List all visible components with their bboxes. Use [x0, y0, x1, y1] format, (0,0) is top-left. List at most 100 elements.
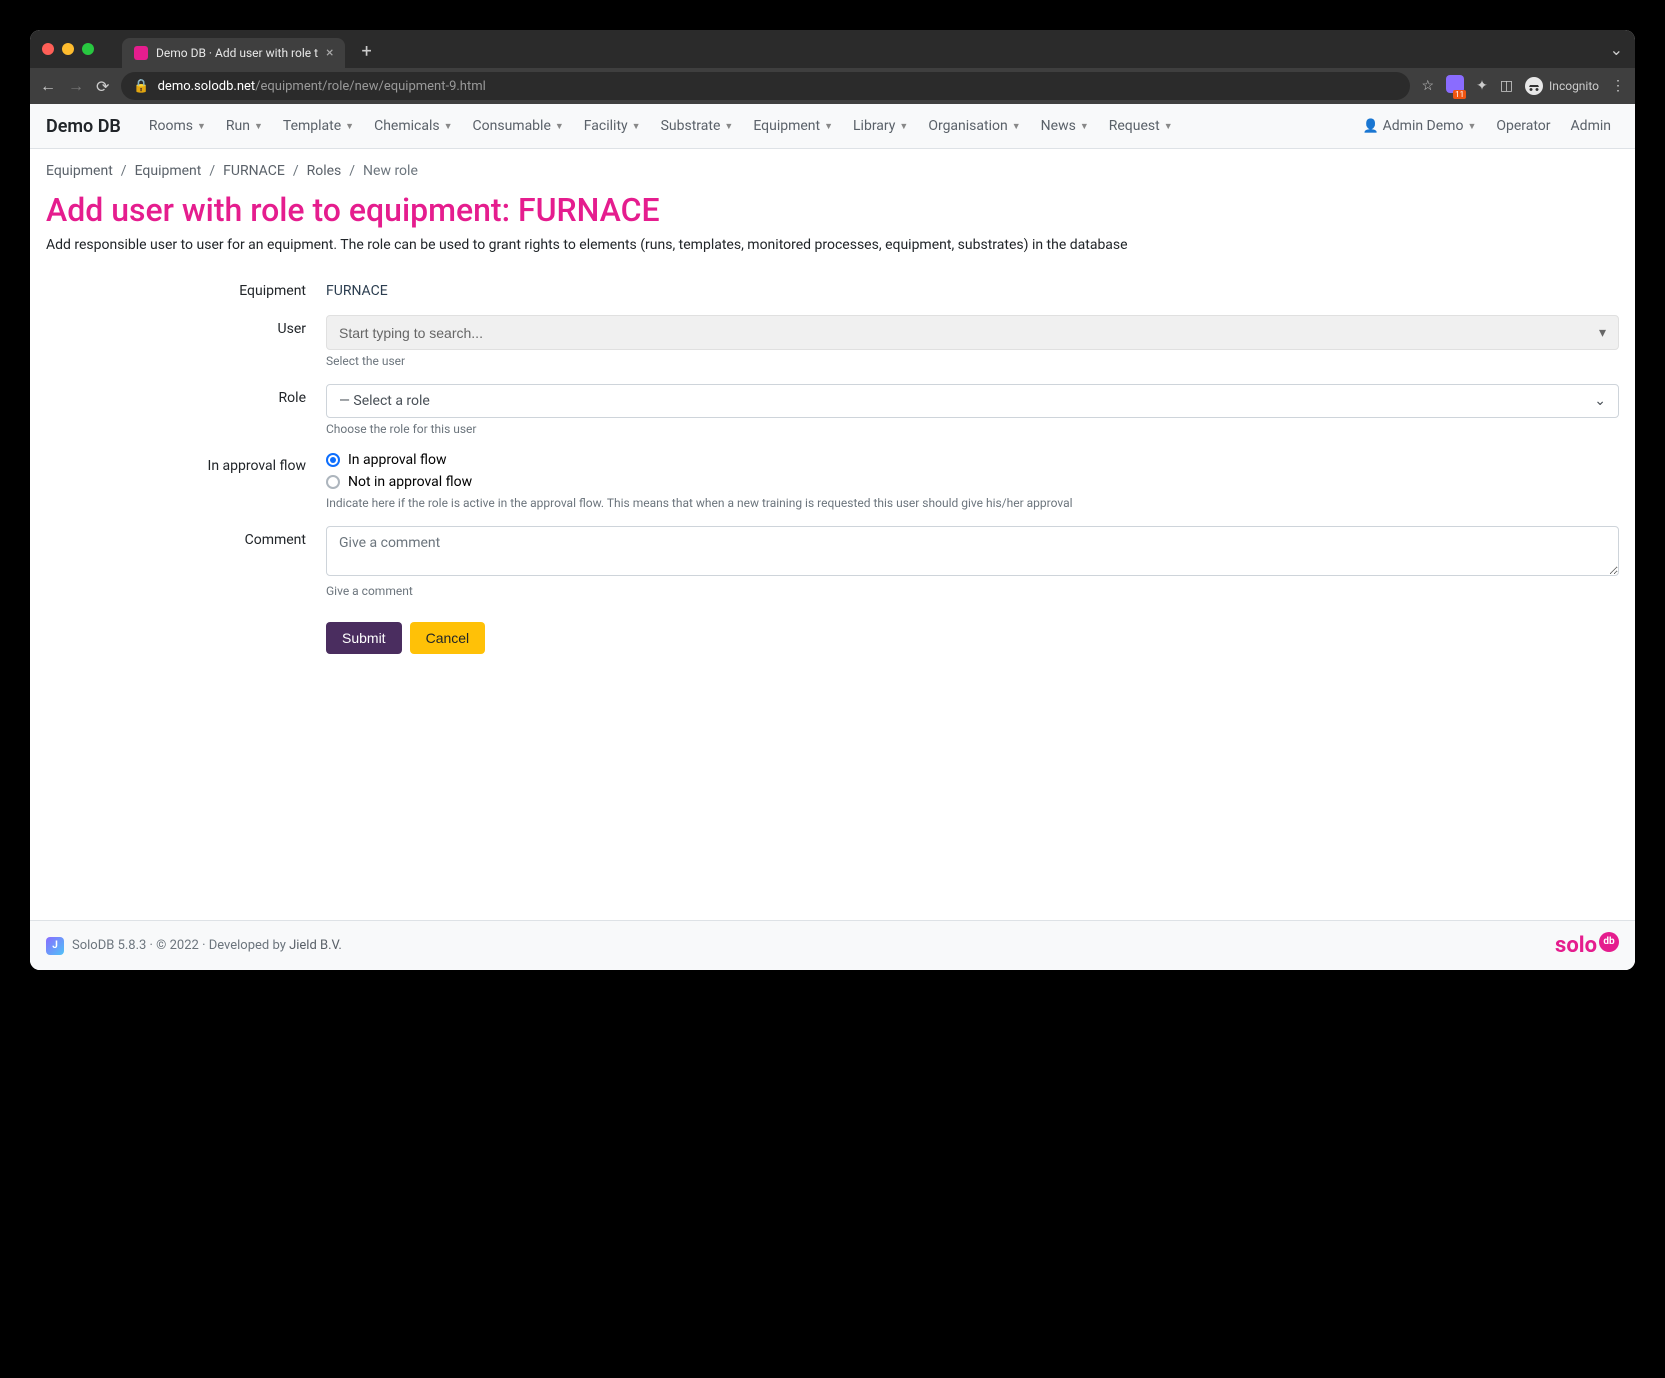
extension-badge-count: 11 [1453, 90, 1466, 99]
caret-icon: ▼ [1012, 121, 1021, 132]
tab-favicon-icon [134, 46, 148, 60]
new-tab-icon[interactable]: + [361, 41, 371, 62]
solo-logo-text: solo [1555, 933, 1597, 958]
forward-icon[interactable]: → [68, 76, 84, 96]
reload-icon[interactable]: ⟳ [96, 77, 109, 96]
tab-title: Demo DB · Add user with role t [156, 46, 318, 60]
incognito-icon [1525, 77, 1543, 95]
form-row-comment: Comment Give a comment [46, 526, 1619, 598]
approval-option1-label: In approval flow [348, 452, 446, 468]
form-row-user: User Start typing to search... ▾ Select … [46, 315, 1619, 368]
role-label: Role [46, 384, 326, 436]
traffic-lights [42, 43, 94, 55]
window-close-icon[interactable] [42, 43, 54, 55]
incognito-indicator[interactable]: Incognito [1525, 77, 1599, 95]
caret-icon: ▾ [1599, 324, 1606, 341]
extensions-icon[interactable]: ✦ [1476, 78, 1488, 94]
nav-link-operator[interactable]: Operator [1488, 112, 1558, 140]
radio-checked-icon [326, 453, 340, 467]
role-placeholder: — Select a role [339, 393, 430, 409]
user-dropdown[interactable]: Start typing to search... ▾ [326, 315, 1619, 350]
window-maximize-icon[interactable] [82, 43, 94, 55]
approval-radio-in[interactable]: In approval flow [326, 452, 1619, 468]
address-bar[interactable]: 🔒 demo.solodb.net/equipment/role/new/equ… [121, 72, 1409, 100]
user-label: User [46, 315, 326, 368]
chevron-down-icon: ⌄ [1594, 393, 1606, 409]
nav-link-admin[interactable]: Admin [1563, 112, 1619, 140]
footer-link[interactable]: Jield B.V. [289, 938, 342, 953]
page-title: Add user with role to equipment: FURNACE [30, 187, 1635, 237]
breadcrumb-item[interactable]: FURNACE [223, 163, 285, 179]
footer-right: solo db [1555, 933, 1619, 958]
navbar-brand[interactable]: Demo DB [46, 116, 121, 137]
nav-item-chemicals[interactable]: Chemicals▼ [366, 112, 460, 140]
form: Equipment FURNACE User Start typing to s… [30, 277, 1635, 670]
nav-right: 👤Admin Demo▼ Operator Admin [1354, 112, 1619, 140]
caret-icon: ▼ [1467, 121, 1476, 132]
solo-logo[interactable]: solo db [1555, 933, 1619, 958]
footer-logo-icon: J [46, 937, 64, 955]
nav-item-substrate[interactable]: Substrate▼ [653, 112, 742, 140]
cancel-button[interactable]: Cancel [410, 622, 486, 654]
solo-logo-badge: db [1599, 932, 1619, 952]
caret-icon: ▼ [197, 121, 206, 132]
breadcrumb-item[interactable]: Roles [307, 163, 342, 179]
user-icon: 👤 [1362, 119, 1378, 134]
browser-window: Demo DB · Add user with role t × + ⌄ ← →… [30, 30, 1635, 970]
breadcrumb-item[interactable]: Equipment [135, 163, 202, 179]
nav-item-run[interactable]: Run▼ [218, 112, 271, 140]
equipment-value[interactable]: FURNACE [326, 283, 388, 299]
form-row-role: Role — Select a role ⌄ Choose the role f… [46, 384, 1619, 436]
form-row-approval: In approval flow In approval flow Not in… [46, 452, 1619, 510]
panel-icon[interactable]: ◫ [1500, 78, 1513, 94]
approval-help: Indicate here if the role is active in t… [326, 496, 1619, 510]
nav-menu: Rooms▼ Run▼ Template▼ Chemicals▼ Consuma… [141, 112, 1181, 140]
approval-radio-not[interactable]: Not in approval flow [326, 474, 1619, 490]
app-content: Demo DB Rooms▼ Run▼ Template▼ Chemicals▼… [30, 104, 1635, 970]
nav-item-equipment[interactable]: Equipment▼ [745, 112, 841, 140]
approval-option2-label: Not in approval flow [348, 474, 472, 490]
nav-item-news[interactable]: News▼ [1033, 112, 1097, 140]
caret-icon: ▼ [899, 121, 908, 132]
menu-icon[interactable]: ⋮ [1611, 78, 1625, 94]
role-help: Choose the role for this user [326, 422, 1619, 436]
caret-icon: ▼ [444, 121, 453, 132]
caret-icon: ▼ [1164, 121, 1173, 132]
comment-help: Give a comment [326, 584, 1619, 598]
url-host: demo.solodb.net [158, 79, 256, 94]
approval-label: In approval flow [46, 452, 326, 510]
nav-user-menu[interactable]: 👤Admin Demo▼ [1354, 112, 1484, 140]
tab-close-icon[interactable]: × [326, 45, 333, 61]
caret-icon: ▼ [724, 121, 733, 132]
submit-button[interactable]: Submit [326, 622, 402, 654]
nav-item-consumable[interactable]: Consumable▼ [465, 112, 572, 140]
nav-item-rooms[interactable]: Rooms▼ [141, 112, 214, 140]
comment-textarea[interactable] [326, 526, 1619, 576]
user-help: Select the user [326, 354, 1619, 368]
caret-icon: ▼ [345, 121, 354, 132]
browser-tab[interactable]: Demo DB · Add user with role t × [122, 38, 345, 68]
chrome-chevron-icon[interactable]: ⌄ [1610, 40, 1623, 59]
window-minimize-icon[interactable] [62, 43, 74, 55]
nav-item-library[interactable]: Library▼ [845, 112, 916, 140]
caret-icon: ▼ [632, 121, 641, 132]
nav-item-facility[interactable]: Facility▼ [576, 112, 649, 140]
equipment-label: Equipment [46, 277, 326, 299]
breadcrumb-item[interactable]: Equipment [46, 163, 113, 179]
footer-text: SoloDB 5.8.3 · © 2022 · Developed by Jie… [72, 938, 342, 953]
form-row-buttons: Submit Cancel [46, 614, 1619, 654]
page-subtitle: Add responsible user to user for an equi… [30, 237, 1635, 277]
nav-item-organisation[interactable]: Organisation▼ [920, 112, 1028, 140]
form-row-equipment: Equipment FURNACE [46, 277, 1619, 299]
navbar: Demo DB Rooms▼ Run▼ Template▼ Chemicals▼… [30, 104, 1635, 149]
nav-item-template[interactable]: Template▼ [275, 112, 362, 140]
back-icon[interactable]: ← [40, 76, 56, 96]
role-select[interactable]: — Select a role ⌄ [326, 384, 1619, 418]
chrome-titlebar: Demo DB · Add user with role t × + ⌄ [30, 30, 1635, 68]
star-icon[interactable]: ☆ [1422, 78, 1435, 94]
extension-badge[interactable]: 11 [1446, 75, 1464, 97]
caret-icon: ▼ [254, 121, 263, 132]
lock-icon: 🔒 [133, 79, 149, 94]
radio-unchecked-icon [326, 475, 340, 489]
nav-item-request[interactable]: Request▼ [1101, 112, 1181, 140]
